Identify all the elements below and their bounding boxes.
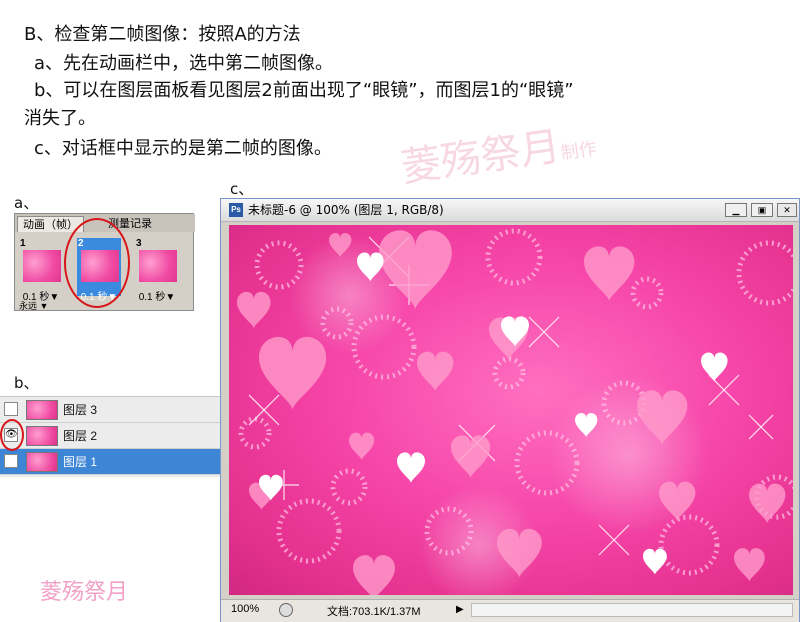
minimize-button[interactable]: ▁ [725,203,747,217]
layer-name: 图层 1 [63,455,98,469]
frame-number: 1 [20,238,26,249]
layer-row-1[interactable]: 图层 1 [0,449,220,475]
layer-thumbnail [26,400,58,420]
status-bar: 100% 文档:703.1K/1.37M ▶ [221,599,799,622]
layer-row-3[interactable]: 图层 3 [0,397,220,423]
horizontal-scrollbar[interactable] [471,603,793,617]
animation-frame-1[interactable]: 1 0.1 秒▼ [19,238,63,303]
layer-row-2[interactable]: 👁 图层 2 [0,423,220,449]
instruction-line-5: c、对话框中显示的是第二帧的图像。 [34,138,332,159]
instruction-line-4: 消失了。 [24,108,96,129]
document-size-info: 文档:703.1K/1.37M [327,606,421,618]
watermark-top: 菱殇祭月制作 [398,123,599,192]
restore-button[interactable]: ▣ [751,203,773,217]
layer-name: 图层 3 [63,403,98,417]
zoom-level[interactable]: 100% [231,603,259,615]
document-title: 未标题-6 @ 100% (图层 1, RGB/8) [248,203,444,217]
animation-frame-3[interactable]: 3 0.1 秒▼ [135,238,179,303]
visibility-toggle[interactable] [4,402,18,416]
section-label-b: b、 [14,374,39,392]
hearts-artwork [237,228,793,595]
zoom-icon[interactable] [279,603,293,617]
highlight-circle-frame-2 [64,218,130,308]
instruction-line-1: B、检查第二帧图像：按照A的方法 [24,24,301,45]
close-button[interactable]: ✕ [777,203,797,217]
image-canvas[interactable] [229,225,793,595]
section-label-a: a、 [14,194,39,212]
section-label-c: c、 [230,180,254,198]
highlight-circle-eye [0,419,24,451]
photoshop-icon: Ps [229,203,243,217]
status-menu-arrow-icon[interactable]: ▶ [456,604,464,615]
document-window: Ps 未标题-6 @ 100% (图层 1, RGB/8) ▁ ▣ ✕ 100%… [220,198,800,622]
instruction-line-3: b、可以在图层面板看见图层2前面出现了“眼镜”，而图层1的“眼镜” [34,80,574,101]
instruction-line-2: a、先在动画栏中，选中第二帧图像。 [34,53,334,74]
layer-thumbnail [26,452,58,472]
document-titlebar[interactable]: Ps 未标题-6 @ 100% (图层 1, RGB/8) ▁ ▣ ✕ [221,199,799,222]
visibility-toggle[interactable] [4,454,18,468]
frame-thumbnail [23,250,61,282]
frame-thumbnail [139,250,177,282]
frame-delay[interactable]: 0.1 秒▼ [135,288,179,303]
layers-panel: 图层 3 👁 图层 2 图层 1 [0,396,220,477]
layer-thumbnail [26,426,58,446]
layer-name: 图层 2 [63,429,98,443]
watermark-bottom-logo: 菱殇祭月 [40,580,129,605]
frame-number: 3 [136,238,142,249]
